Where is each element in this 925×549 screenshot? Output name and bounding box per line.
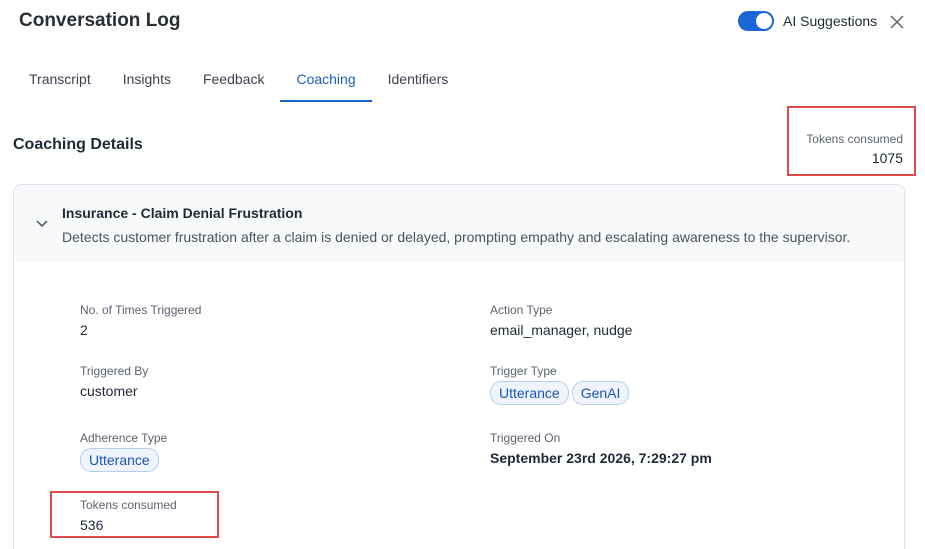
times-triggered-field: No. of Times Triggered 2 bbox=[80, 303, 201, 338]
tab-feedback[interactable]: Feedback bbox=[187, 56, 280, 102]
coaching-rule-description: Detects customer frustration after a cla… bbox=[62, 229, 851, 245]
section-title: Coaching Details bbox=[13, 136, 143, 153]
adherence-type-chips: Utterance bbox=[80, 448, 167, 472]
action-type-field: Action Type email_manager, nudge bbox=[490, 303, 632, 338]
coaching-rule-title: Insurance - Claim Denial Frustration bbox=[62, 205, 303, 221]
chip-utterance: Utterance bbox=[490, 381, 569, 405]
field-label: Tokens consumed bbox=[80, 498, 177, 512]
field-label: Triggered By bbox=[80, 364, 149, 378]
field-value: customer bbox=[80, 383, 138, 399]
collapse-toggle[interactable] bbox=[34, 215, 50, 231]
ai-suggestions-toggle[interactable] bbox=[738, 11, 774, 31]
page-title: Conversation Log bbox=[19, 10, 181, 31]
tab-insights[interactable]: Insights bbox=[107, 56, 187, 102]
field-value: email_manager, nudge bbox=[490, 322, 633, 338]
adherence-type-field: Adherence Type Utterance bbox=[80, 431, 167, 472]
field-label: Trigger Type bbox=[490, 364, 557, 378]
field-label: Adherence Type bbox=[80, 431, 168, 445]
chip-genai: GenAI bbox=[571, 381, 630, 405]
tab-identifiers[interactable]: Identifiers bbox=[372, 56, 465, 102]
field-label: No. of Times Triggered bbox=[80, 303, 202, 317]
rule-tokens-field: Tokens consumed 536 bbox=[80, 498, 177, 533]
total-tokens-highlight: Tokens consumed 1075 bbox=[787, 106, 916, 176]
field-value: 2 bbox=[80, 322, 88, 338]
field-label: Triggered On bbox=[490, 431, 561, 445]
conversation-log-panel: Conversation Log AI Suggestions Transcri… bbox=[0, 0, 925, 549]
toggle-knob bbox=[756, 13, 772, 29]
tab-bar: Transcript Insights Feedback Coaching Id… bbox=[13, 56, 464, 102]
field-label: Action Type bbox=[490, 303, 553, 317]
close-icon bbox=[890, 15, 904, 29]
field-value: 536 bbox=[80, 517, 104, 533]
trigger-type-field: Trigger Type Utterance GenAI bbox=[490, 364, 630, 405]
tab-coaching[interactable]: Coaching bbox=[280, 56, 372, 102]
ai-suggestions-control: AI Suggestions bbox=[738, 11, 877, 31]
field-value: September 23rd 2026, 7:29:27 pm bbox=[490, 450, 712, 466]
ai-suggestions-label: AI Suggestions bbox=[783, 13, 878, 29]
triggered-on-field: Triggered On September 23rd 2026, 7:29:2… bbox=[490, 431, 712, 466]
triggered-by-field: Triggered By customer bbox=[80, 364, 148, 399]
close-button[interactable] bbox=[887, 12, 907, 32]
total-tokens-label: Tokens consumed bbox=[806, 132, 903, 146]
total-tokens-value: 1075 bbox=[871, 150, 903, 166]
chip-utterance: Utterance bbox=[80, 448, 159, 472]
tab-transcript[interactable]: Transcript bbox=[13, 56, 107, 102]
chevron-down-icon bbox=[36, 220, 48, 228]
trigger-type-chips: Utterance GenAI bbox=[490, 381, 630, 405]
coaching-card-header[interactable]: Insurance - Claim Denial Frustration Det… bbox=[14, 185, 904, 262]
